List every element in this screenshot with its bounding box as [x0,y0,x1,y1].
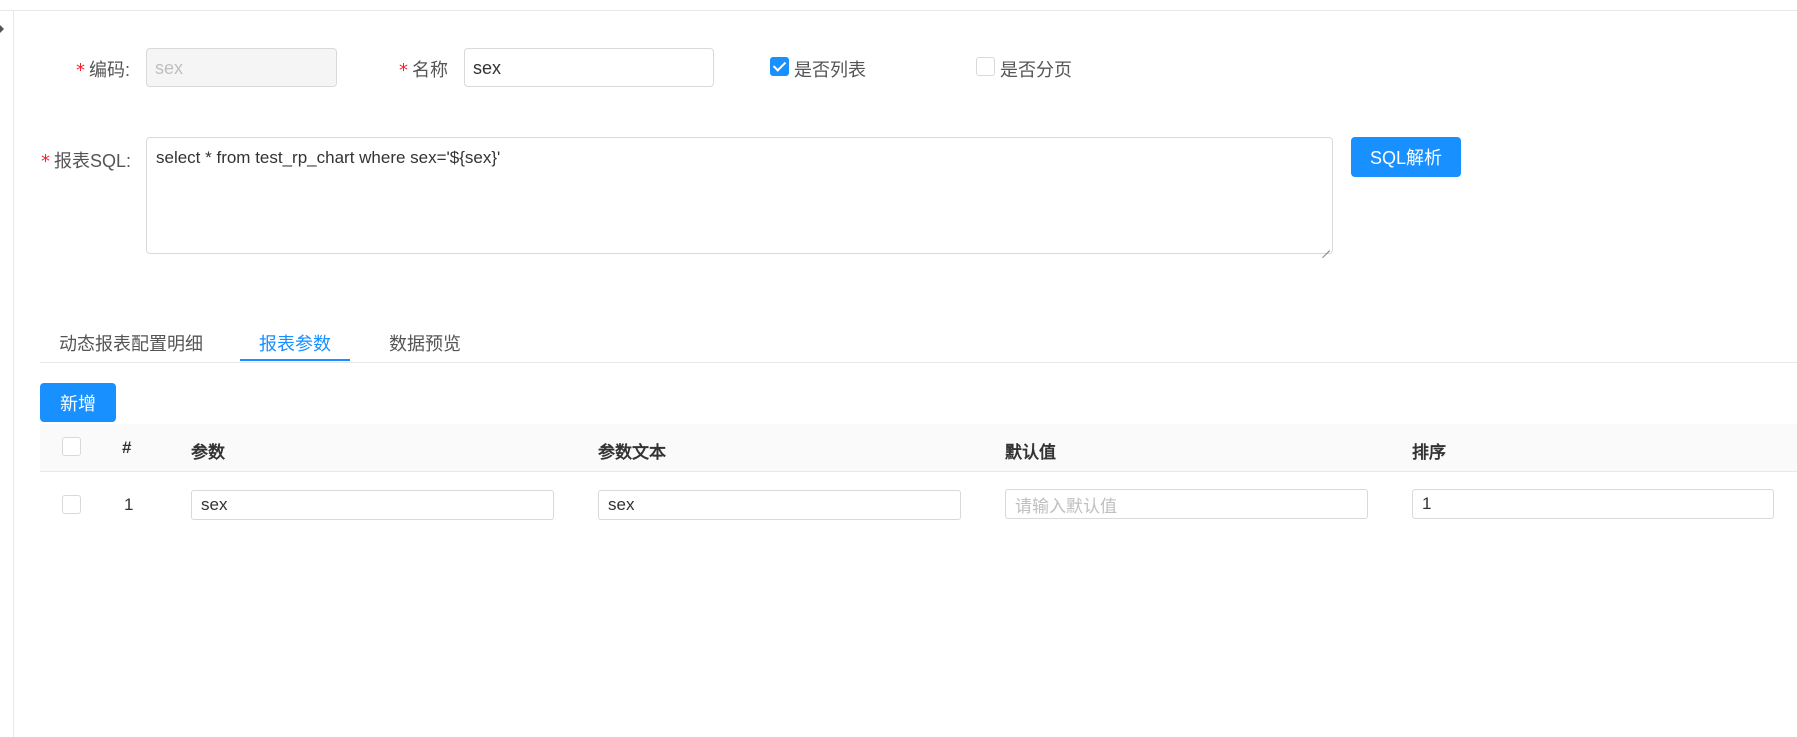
code-label: * 编码: [76,56,130,82]
param-text-input-value: sex [608,495,635,514]
code-input-value: sex [155,57,184,78]
sql-textarea-value: select * from test_rp_chart where sex='$… [156,148,501,167]
required-mark: * [399,60,408,81]
order-input[interactable]: 1 [1412,489,1774,519]
tab-bar-divider [40,362,1797,363]
table-header [40,424,1797,472]
name-input[interactable]: sex [464,48,714,87]
top-divider [0,10,1797,11]
default-value-input[interactable]: 请输入默认值 [1005,489,1368,519]
is-list-label[interactable]: 是否列表 [794,56,866,82]
row-checkbox[interactable] [62,495,81,514]
tab-data-preview[interactable]: 数据预览 [389,330,461,356]
tab-report-config-detail[interactable]: 动态报表配置明细 [59,330,203,356]
sql-label-text: 报表SQL: [54,151,132,171]
param-input[interactable]: sex [191,490,554,520]
resize-grip-icon[interactable] [1320,241,1330,251]
select-all-checkbox[interactable] [62,437,81,456]
is-paged-label[interactable]: 是否分页 [1000,56,1072,82]
column-header-param: 参数 [191,443,225,462]
default-value-placeholder: 请输入默认值 [1015,496,1117,516]
sql-textarea[interactable]: select * from test_rp_chart where sex='$… [146,137,1333,254]
sql-label: * 报表SQL: [41,147,131,173]
column-header-param-text: 参数文本 [598,443,666,462]
active-tab-indicator [240,359,350,361]
is-list-checkbox[interactable] [770,57,789,76]
name-input-value: sex [473,57,502,78]
left-divider [13,10,14,737]
column-header-default-value: 默认值 [1005,443,1056,462]
code-label-text: 编码: [89,60,131,80]
param-text-input[interactable]: sex [598,490,961,520]
order-input-value: 1 [1422,494,1432,513]
collapse-caret-icon[interactable] [0,25,4,33]
required-mark: * [41,151,50,172]
code-input[interactable]: sex [146,48,337,87]
name-label: * 名称 [399,56,448,82]
is-paged-checkbox[interactable] [976,57,995,76]
row-index: 1 [124,495,134,514]
column-header-index: # [122,438,132,457]
param-input-value: sex [201,495,228,514]
add-button[interactable]: 新增 [40,383,116,422]
required-mark: * [76,60,85,81]
name-label-text: 名称 [412,60,448,80]
sql-parse-button[interactable]: SQL解析 [1351,137,1461,177]
column-header-order: 排序 [1412,443,1446,462]
tab-report-params[interactable]: 报表参数 [259,330,331,356]
